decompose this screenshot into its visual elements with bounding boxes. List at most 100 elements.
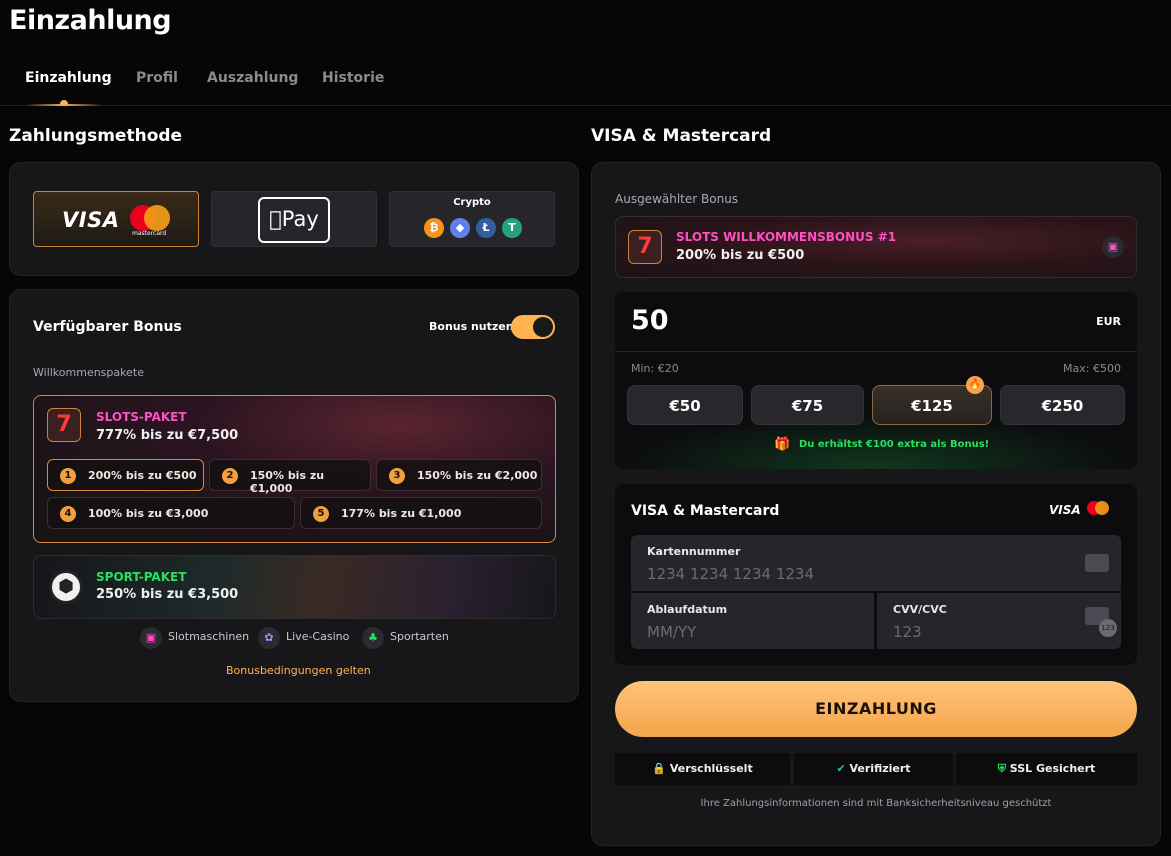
- sport-package-name: SPORT-PAKET: [96, 570, 187, 584]
- tab-einzahlung[interactable]: Einzahlung: [25, 70, 112, 86]
- slots-offer-4[interactable]: 4 100% bis zu €3,000: [47, 497, 295, 529]
- lock-icon: 🔒: [652, 762, 666, 775]
- apple-pay-text: Pay: [275, 207, 319, 231]
- trust-label: Verschlüsselt: [669, 762, 753, 775]
- visa-mastercard-method[interactable]: VISA mastercard: [33, 191, 199, 247]
- security-note: Ihre Zahlungsinformationen sind mit Bank…: [700, 798, 1052, 809]
- offer-text: 150% bis zu €2,000: [417, 469, 538, 482]
- clover-icon: ♣: [362, 627, 384, 649]
- category-label: Slotmaschinen: [168, 630, 250, 643]
- poker-chip-icon: ✿: [258, 627, 280, 649]
- tab-profil[interactable]: Profil: [136, 70, 178, 86]
- slots-offer-5[interactable]: 5 177% bis zu €1,000: [300, 497, 542, 529]
- offer-text: 100% bis zu €3,000: [88, 507, 209, 520]
- expiry-label: Ablaufdatum: [647, 603, 728, 616]
- bonus-toggle[interactable]: [511, 315, 555, 339]
- amount-chip-50[interactable]: €50: [627, 385, 743, 425]
- trust-encrypted: 🔒 Verschlüsselt: [615, 753, 790, 785]
- amount-chip-250[interactable]: €250: [1000, 385, 1125, 425]
- bitcoin-icon: ₿: [424, 218, 444, 238]
- sport-package-card[interactable]: ⬢ SPORT-PAKET 250% bis zu €3,500: [33, 555, 556, 619]
- slot-seven-icon: 7: [47, 408, 81, 442]
- crypto-method[interactable]: Crypto ₿ ◆ Ł T: [389, 191, 555, 247]
- payment-form-title: VISA & Mastercard: [591, 126, 772, 146]
- crypto-label: Crypto: [453, 197, 491, 208]
- mastercard-caption: mastercard: [132, 230, 167, 237]
- offer-text: 200% bis zu €500: [88, 469, 197, 482]
- available-bonus-title: Verfügbarer Bonus: [33, 319, 182, 335]
- verified-badge-icon: ✔: [836, 762, 846, 775]
- offer-number: 2: [222, 468, 238, 484]
- card-form: VISA & Mastercard VISA Kartennummer 1234…: [615, 484, 1137, 665]
- page-title: Einzahlung: [9, 5, 172, 36]
- expiry-placeholder: MM/YY: [647, 623, 697, 641]
- sport-package-subtitle: 250% bis zu €3,500: [96, 587, 239, 602]
- cvv-placeholder: 123: [893, 623, 922, 641]
- apple-icon: : [269, 207, 282, 231]
- litecoin-icon: Ł: [476, 218, 496, 238]
- payment-method-title: Zahlungsmethode: [9, 126, 183, 146]
- card-number-field[interactable]: Kartennummer 1234 1234 1234 1234: [631, 535, 1121, 591]
- slots-package-name: SLOTS-PAKET: [96, 410, 187, 424]
- trust-verified: ✔ Verifiziert: [794, 753, 953, 785]
- visa-logo: VISA: [62, 208, 120, 232]
- bonus-terms-link[interactable]: Bonusbedingungen gelten: [226, 664, 371, 677]
- offer-number: 4: [60, 506, 76, 522]
- visa-logo: VISA: [1049, 503, 1081, 517]
- trust-label: Verifiziert: [849, 762, 911, 775]
- deposit-button[interactable]: EINZAHLUNG: [615, 681, 1137, 737]
- cvv-field[interactable]: CVV/CVC 123 123: [877, 593, 1121, 649]
- apple-pay-method[interactable]: Pay: [211, 191, 377, 247]
- selected-bonus-name: SLOTS WILLKOMMENSBONUS #1: [676, 230, 897, 244]
- offer-text: 177% bis zu €1,000: [341, 507, 462, 520]
- amount-chip-75[interactable]: €75: [751, 385, 864, 425]
- fire-icon: 🔥: [966, 376, 984, 394]
- selected-bonus-subtitle: 200% bis zu €500: [676, 248, 805, 263]
- min-amount: Min: €20: [631, 362, 679, 375]
- category-sports: ♣ Sportarten: [362, 627, 449, 649]
- gift-icon: 🎁: [774, 437, 791, 452]
- category-live-casino: ✿ Live-Casino: [258, 627, 349, 649]
- trust-label: SSL Gesichert: [1009, 762, 1096, 775]
- tab-auszahlung[interactable]: Auszahlung: [207, 70, 298, 86]
- selected-bonus-label: Ausgewählter Bonus: [615, 192, 739, 206]
- category-label: Sportarten: [390, 630, 449, 643]
- ethereum-icon: ◆: [450, 218, 470, 238]
- slots-package-card[interactable]: 7 SLOTS-PAKET 777% bis zu €7,500 1 200% …: [33, 395, 556, 543]
- card-number-placeholder: 1234 1234 1234 1234: [647, 565, 814, 583]
- toggle-knob: [533, 317, 553, 337]
- slot-seven-icon: 7: [628, 230, 662, 264]
- tab-historie[interactable]: Historie: [322, 70, 384, 86]
- offer-number: 1: [60, 468, 76, 484]
- mastercard-logo-circle: [144, 205, 170, 231]
- offer-number: 3: [389, 468, 405, 484]
- extra-bonus-text: Du erhältst €100 extra als Bonus!: [799, 439, 990, 450]
- shield-icon: ⛨: [997, 762, 1006, 775]
- offer-text: 150% bis zu €1,000: [250, 469, 325, 495]
- slots-offer-1[interactable]: 1 200% bis zu €500: [47, 459, 204, 491]
- bonus-toggle-label: Bonus nutzen: [429, 320, 514, 333]
- card-number-label: Kartennummer: [647, 545, 741, 558]
- amount-value: 50: [631, 305, 669, 336]
- slots-package-subtitle: 777% bis zu €7,500: [96, 428, 239, 443]
- mastercard-logo-circle: [1095, 501, 1109, 515]
- amount-input[interactable]: 50 EUR: [615, 292, 1137, 352]
- welcome-packages-label: Willkommenspakete: [33, 366, 144, 379]
- slots-offer-3[interactable]: 3 150% bis zu €2,000: [376, 459, 542, 491]
- selected-bonus-card[interactable]: 7 SLOTS WILLKOMMENSBONUS #1 200% bis zu …: [615, 216, 1137, 278]
- slot-machine-icon: ▣: [140, 627, 162, 649]
- max-amount: Max: €500: [1063, 362, 1121, 375]
- cvv-badge: 123: [1099, 619, 1117, 637]
- tab-bar: Einzahlung Profil Auszahlung Historie: [0, 60, 1171, 106]
- active-tab-indicator: [26, 104, 102, 106]
- tether-icon: T: [502, 218, 522, 238]
- trust-ssl: ⛨ SSL Gesichert: [956, 753, 1137, 785]
- offer-number: 5: [313, 506, 329, 522]
- cvv-label: CVV/CVC: [893, 603, 947, 616]
- slot-machine-icon: ▣: [1102, 236, 1124, 258]
- expiry-field[interactable]: Ablaufdatum MM/YY: [631, 593, 874, 649]
- soccer-ball-icon: ⬢: [49, 570, 83, 604]
- payment-methods-panel: VISA mastercard Pay Crypto ₿ ◆ Ł T: [9, 162, 579, 276]
- category-slots: ▣ Slotmaschinen: [140, 627, 250, 649]
- slots-offer-2[interactable]: 2 150% bis zu €1,000: [209, 459, 371, 495]
